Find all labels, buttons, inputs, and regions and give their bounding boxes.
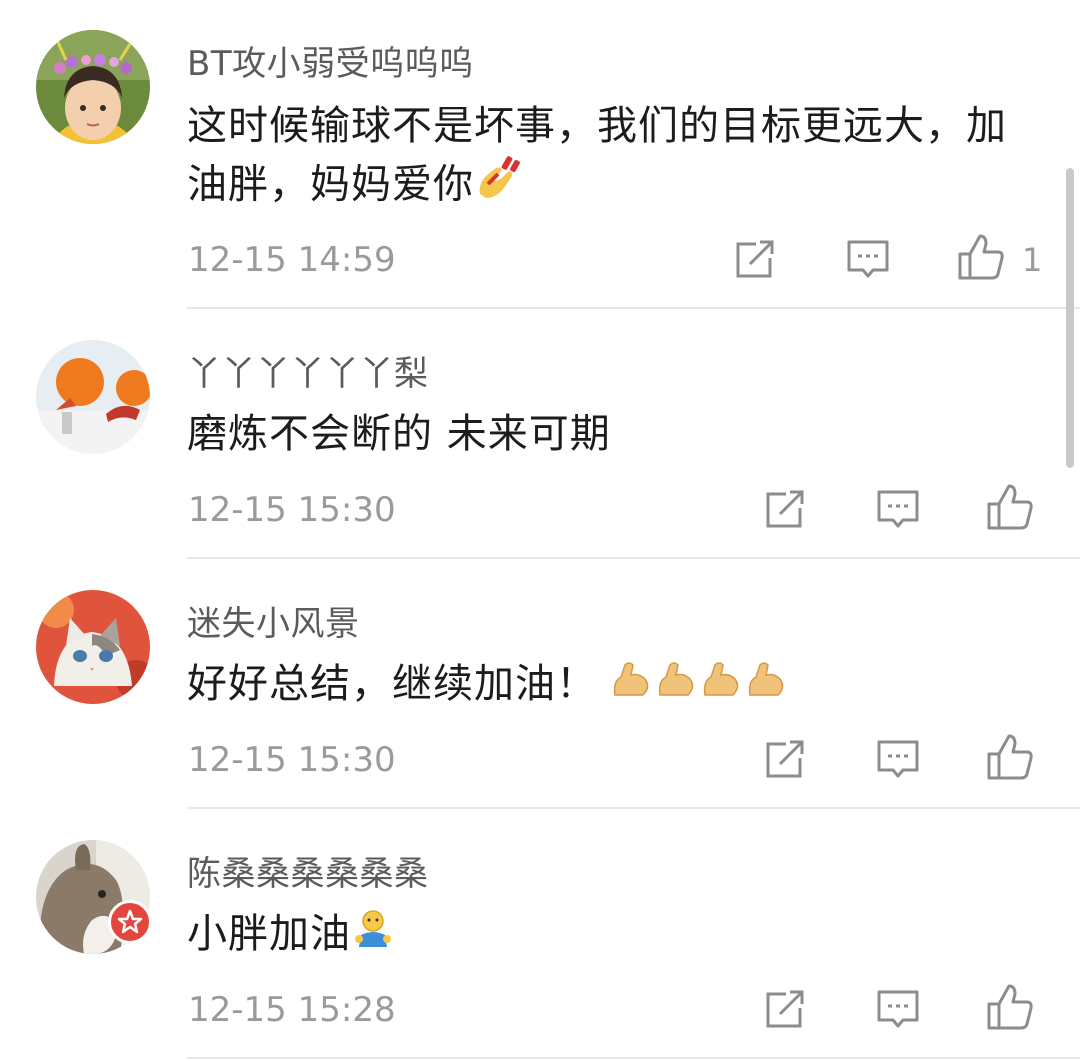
thumbs-up-icon [987,734,1033,780]
comment-button[interactable] [873,984,923,1034]
comment-bubble-icon [847,240,889,278]
divider [187,807,1080,809]
comment-item: BT攻小弱受呜呜呜 这时候输球不是坏事，我们的目标更远大，加油胖，妈妈爱你 12… [0,0,1080,310]
like-button[interactable] [985,982,1035,1032]
share-square-icon [766,490,804,528]
timestamp: 12-15 15:30 [188,740,396,780]
comment-text: 这时候输球不是坏事，我们的目标更远大，加油胖，妈妈爱你 [187,98,1047,219]
comment-item: 丫丫丫丫丫丫梨 磨炼不会断的 未来可期 12-15 15:30 [0,310,1080,560]
user-avatar[interactable] [36,590,150,704]
thumbs-up-icon [958,234,1004,280]
comment-body: 这时候输球不是坏事，我们的目标更远大，加油胖，妈妈爱你 [187,103,1007,208]
comment-text: 好好总结，继续加油！ [187,656,1047,716]
comment-body: 小胖加油 [187,911,351,957]
comment-button[interactable] [873,734,923,784]
user-avatar[interactable] [36,340,150,454]
comment-text: 小胖加油 [187,906,1047,966]
comment-text: 磨炼不会断的 未来可期 [187,411,611,457]
child-avatar-image [36,30,150,144]
verified-badge [108,900,152,944]
like-button[interactable] [956,232,1006,282]
comment-button[interactable] [843,234,893,284]
username[interactable]: 丫丫丫丫丫丫梨 [187,346,429,395]
username[interactable]: BT攻小弱受呜呜呜 [187,36,474,85]
cat-avatar-image [36,590,150,704]
scrollbar[interactable] [1066,168,1074,468]
nail-polish-emoji [474,154,524,219]
timestamp: 12-15 15:30 [188,490,396,530]
flexed-biceps-emoji [611,657,791,716]
thumbs-up-icon [987,484,1033,530]
comment-item: 迷失小风景 好好总结，继续加油！ 12-15 15:30 [0,560,1080,810]
comment-bubble-icon [877,740,919,778]
repost-button[interactable] [760,484,810,534]
timestamp: 12-15 15:28 [188,990,396,1030]
comment-bubble-icon [877,490,919,528]
star-icon [117,909,143,934]
username[interactable]: 陈桑桑桑桑桑桑 [187,846,429,895]
username[interactable]: 迷失小风景 [187,596,360,645]
repost-button[interactable] [730,234,780,284]
like-button[interactable] [985,732,1035,782]
comment-item: 陈桑桑桑桑桑桑 小胖加油 12-15 15:28 [0,810,1080,1061]
divider [187,1057,1080,1059]
person-emoji [351,907,395,966]
comment-button[interactable] [873,484,923,534]
orange-avatar-image [36,340,150,454]
timestamp: 12-15 14:59 [188,240,396,280]
comment-body: 好好总结，继续加油！ [187,661,597,707]
user-avatar[interactable] [36,30,150,144]
divider [187,307,1080,309]
comment-bubble-icon [877,990,919,1028]
repost-button[interactable] [760,984,810,1034]
like-count: 1 [1022,241,1043,279]
repost-button[interactable] [760,734,810,784]
share-square-icon [766,740,804,778]
divider [187,557,1080,559]
share-square-icon [736,240,774,278]
thumbs-up-icon [987,984,1033,1030]
share-square-icon [766,990,804,1028]
like-button[interactable] [985,482,1035,532]
